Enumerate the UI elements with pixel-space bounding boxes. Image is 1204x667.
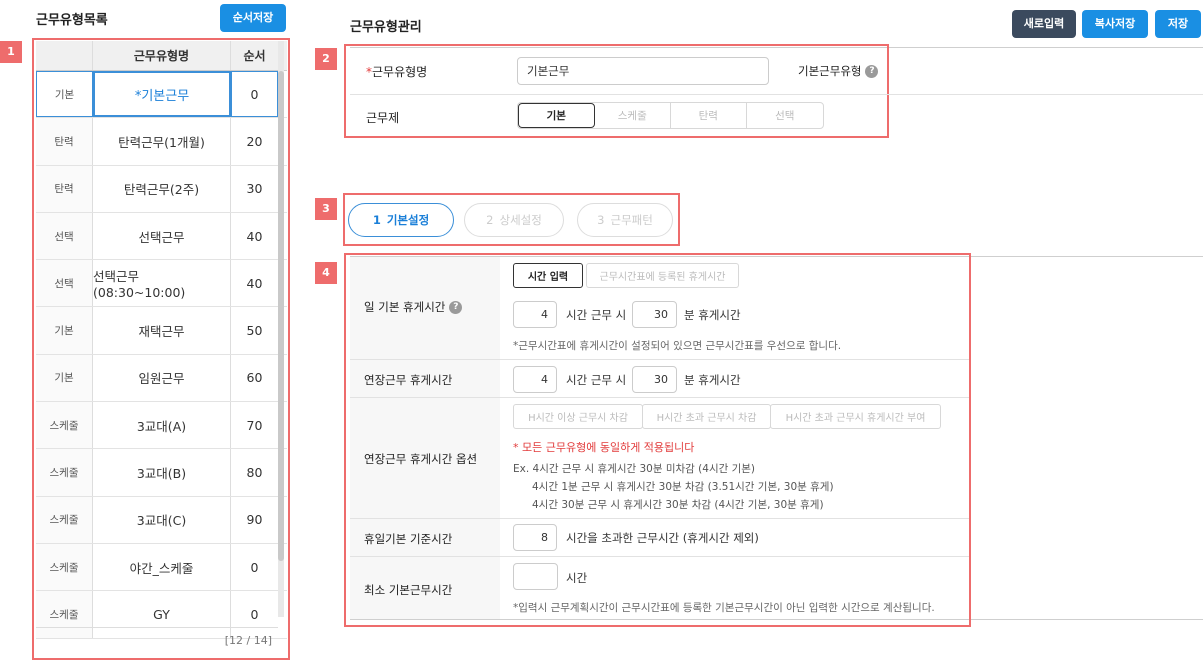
row-type: 기본 xyxy=(36,307,93,354)
row-order: 70 xyxy=(246,417,263,433)
step-3-label: 근무패턴 xyxy=(610,213,653,227)
row-order: 40 xyxy=(246,228,263,244)
work-system-label: 근무제 xyxy=(366,111,400,125)
base-work-type-label: 기본근무유형? xyxy=(798,63,879,79)
row-type: 기본 xyxy=(36,354,93,402)
work-type-manage-title: 근무유형관리 xyxy=(350,20,422,35)
work-type-table: 근무유형명 순서 기본 *기본근무 0 탄력 탄력근무(1개월) 20 탄력 탄력근무(2주)… xyxy=(36,41,287,656)
new-entry-button[interactable]: 새로입력 xyxy=(1012,10,1076,38)
row-divider xyxy=(350,94,1203,95)
row-order: 0 xyxy=(231,71,278,118)
row-type: 선택 xyxy=(36,260,93,307)
table-row[interactable]: 기본 *기본근무 0 xyxy=(36,71,287,119)
save-button[interactable]: 저장 xyxy=(1155,10,1201,38)
step-basic-settings[interactable]: 1 기본설정 xyxy=(348,203,454,237)
row-type: 기본 xyxy=(36,71,93,118)
row-name: 탄력근무(2주) xyxy=(93,165,231,212)
work-system-schedule[interactable]: 스케줄 xyxy=(595,103,671,128)
header-type xyxy=(36,41,93,70)
annotation-box-4 xyxy=(344,253,971,627)
row-name: 선택근무 xyxy=(93,212,231,260)
work-type-name-label-text: 근무유형명 xyxy=(372,65,428,79)
row-order: 20 xyxy=(246,133,263,149)
table-pager: [12 / 14] xyxy=(36,627,278,655)
row-name: 3교대(C) xyxy=(93,496,231,543)
table-scrollbar[interactable] xyxy=(278,41,284,617)
row-type: 스케줄 xyxy=(36,449,93,496)
work-type-name-input[interactable]: 기본근무 xyxy=(517,57,769,85)
work-system-selector: 기본 스케줄 탄력 선택 xyxy=(517,102,824,129)
step-work-pattern[interactable]: 3 근무패턴 xyxy=(577,203,673,237)
annotation-marker-3: 3 xyxy=(315,198,337,220)
row-order: 80 xyxy=(246,465,263,481)
base-work-type-label-text: 기본근무유형 xyxy=(798,64,862,78)
work-system-basic[interactable]: 기본 xyxy=(518,103,595,128)
table-row[interactable]: 탄력 탄력근무(1개월) 20 xyxy=(36,118,287,166)
table-row[interactable]: 기본 재택근무 50 xyxy=(36,307,287,355)
row-type: 스케줄 xyxy=(36,543,93,591)
copy-save-button[interactable]: 복사저장 xyxy=(1082,10,1148,38)
table-row[interactable]: 선택 선택근무(08:30~10:00) 40 xyxy=(36,260,287,308)
row-order: 30 xyxy=(246,181,263,197)
save-order-button[interactable]: 순서저장 xyxy=(220,4,286,32)
row-name: 야간_스케줄 xyxy=(93,543,231,591)
annotation-marker-2: 2 xyxy=(315,48,337,70)
step-1-number: 1 xyxy=(372,213,381,227)
table-row[interactable]: 스케줄 3교대(A) 70 xyxy=(36,402,287,450)
row-type: 선택 xyxy=(36,212,93,260)
step-2-label: 상세설정 xyxy=(499,213,542,227)
row-type: 탄력 xyxy=(36,118,93,165)
row-order: 0 xyxy=(250,559,259,575)
work-type-list-title: 근무유형목록 xyxy=(36,13,108,28)
table-row[interactable]: 스케줄 3교대(C) 90 xyxy=(36,496,287,544)
table-row[interactable]: 스케줄 3교대(B) 80 xyxy=(36,449,287,497)
row-type: 탄력 xyxy=(36,165,93,212)
annotation-marker-1: 1 xyxy=(0,41,22,63)
help-icon[interactable]: ? xyxy=(865,65,879,78)
scrollbar-thumb[interactable] xyxy=(278,71,284,561)
row-name: 임원근무 xyxy=(93,354,231,402)
row-order: 40 xyxy=(246,275,263,291)
step-2-number: 2 xyxy=(486,213,494,227)
table-header: 근무유형명 순서 xyxy=(36,41,287,71)
row-name: 재택근무 xyxy=(93,307,231,354)
work-system-flexible[interactable]: 탄력 xyxy=(671,103,747,128)
row-name: *기본근무 xyxy=(93,71,231,118)
work-type-name-label: *근무유형명 xyxy=(366,63,427,80)
table-row[interactable]: 선택 선택근무 40 xyxy=(36,212,287,261)
table-row[interactable]: 스케줄 야간_스케줄 0 xyxy=(36,543,287,592)
row-name: 탄력근무(1개월) xyxy=(93,118,231,165)
row-order: 60 xyxy=(246,370,263,386)
table-row[interactable]: 기본 임원근무 60 xyxy=(36,354,287,403)
row-name: 선택근무(08:30~10:00) xyxy=(93,260,231,307)
row-type: 스케줄 xyxy=(36,496,93,543)
work-system-selective[interactable]: 선택 xyxy=(747,103,823,128)
header-name: 근무유형명 xyxy=(93,41,231,70)
row-type: 스케줄 xyxy=(36,402,93,449)
header-order: 순서 xyxy=(243,49,266,63)
step-detail-settings[interactable]: 2 상세설정 xyxy=(464,203,564,237)
annotation-marker-4: 4 xyxy=(315,262,337,284)
step-3-number: 3 xyxy=(597,213,605,227)
step-1-label: 기본설정 xyxy=(386,213,430,227)
table-row[interactable]: 탄력 탄력근무(2주) 30 xyxy=(36,165,287,213)
row-name: 3교대(B) xyxy=(93,449,231,496)
row-order: 90 xyxy=(246,512,263,528)
row-order: 50 xyxy=(246,323,263,339)
row-name: 3교대(A) xyxy=(93,402,231,449)
